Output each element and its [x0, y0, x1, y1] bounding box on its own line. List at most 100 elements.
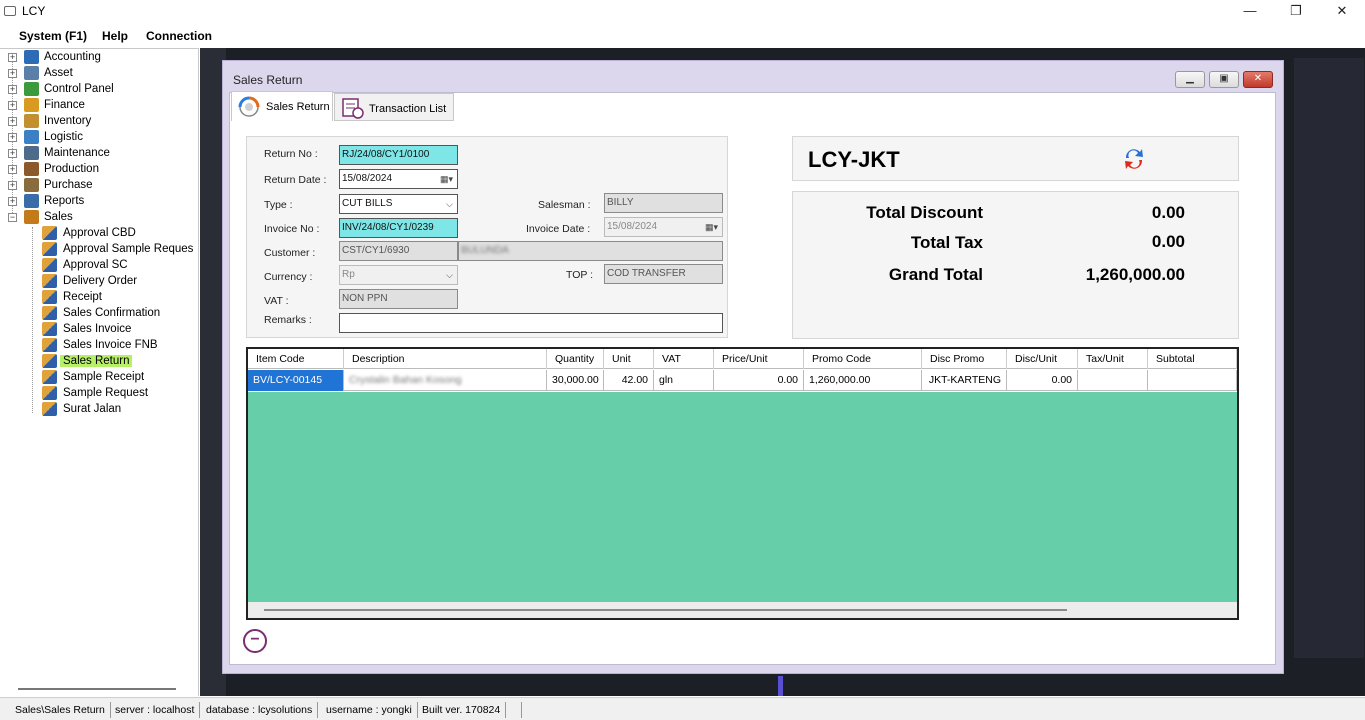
- top-field[interactable]: COD TRANSFER: [604, 264, 723, 284]
- menu-system[interactable]: System (F1): [19, 29, 87, 43]
- column-header-tax-unit[interactable]: Tax/Unit: [1078, 349, 1148, 369]
- tree-item-asset[interactable]: Asset: [44, 65, 73, 81]
- close-button[interactable]: ✕: [1319, 0, 1365, 24]
- column-header-quantity[interactable]: Quantity: [547, 349, 604, 369]
- column-header-disc-promo[interactable]: Disc Promo: [922, 349, 1007, 369]
- invoice-date-field[interactable]: 15/08/2024 ▦▾: [604, 217, 723, 237]
- grid-cell[interactable]: gln: [654, 370, 714, 391]
- tree-expander-inventory[interactable]: +: [8, 117, 17, 126]
- tree-item-approval-cbd[interactable]: Approval CBD: [60, 225, 136, 241]
- tree-expander-control-panel[interactable]: +: [8, 85, 17, 94]
- tree-expander-logistic[interactable]: +: [8, 133, 17, 142]
- table-row[interactable]: BV/LCY-00145 Crystalin Bahan Kosong 30,000…: [248, 370, 1237, 391]
- tree-item-surat-jalan[interactable]: Surat Jalan: [60, 401, 121, 417]
- calendar-icon: ▦▾: [704, 222, 718, 232]
- maximize-button[interactable]: ❐: [1273, 0, 1319, 24]
- tree-item-label: Sample Receipt: [63, 371, 145, 383]
- tree-expander-sales[interactable]: −: [8, 213, 17, 222]
- grid-cell[interactable]: 42.00: [604, 370, 654, 391]
- tree-expander-purchase[interactable]: +: [8, 181, 17, 190]
- tree-expander-reports[interactable]: +: [8, 197, 17, 206]
- grid-cell[interactable]: BV/LCY-00145: [248, 370, 344, 391]
- type-select[interactable]: CUT BILLS ⌵: [339, 194, 458, 214]
- remarks-field[interactable]: [339, 313, 723, 333]
- remove-row-button[interactable]: −: [243, 629, 267, 653]
- grid-cell[interactable]: JKT-KARTENG: [922, 370, 1007, 391]
- column-header-description[interactable]: Description: [344, 349, 547, 369]
- tree-item-control-panel[interactable]: Control Panel: [44, 81, 114, 97]
- grid-scrollbar[interactable]: [264, 609, 1067, 611]
- currency-select[interactable]: Rp ⌵: [339, 265, 458, 285]
- total-discount-value: 0.00: [1151, 203, 1185, 222]
- tree-item-sales-return[interactable]: Sales Return: [60, 353, 133, 369]
- grid-cell[interactable]: 30,000.00: [547, 370, 604, 391]
- tree-item-label: Receipt: [63, 291, 102, 303]
- calendar-icon[interactable]: ▦▾: [440, 170, 453, 188]
- tree-item-sales-invoice[interactable]: Sales Invoice: [60, 321, 131, 337]
- column-header-vat[interactable]: VAT: [654, 349, 714, 369]
- grid-cell[interactable]: Crystalin Bahan Kosong: [344, 370, 547, 391]
- app-icon: [4, 6, 16, 16]
- tree-item-approval-sample-reques[interactable]: Approval Sample Reques: [60, 241, 193, 257]
- menu-connection[interactable]: Connection: [146, 29, 212, 43]
- tree-expander-finance[interactable]: +: [8, 101, 17, 110]
- return-date-field[interactable]: 15/08/2024 ▦▾: [339, 169, 458, 189]
- tab-transaction-list[interactable]: Transaction List: [334, 93, 454, 121]
- tree-item-reports[interactable]: Reports: [44, 193, 84, 209]
- tree-expander-asset[interactable]: +: [8, 69, 17, 78]
- tab-sales-return[interactable]: Sales Return: [231, 91, 333, 121]
- grid-cell[interactable]: [1078, 370, 1148, 391]
- tree-item-purchase[interactable]: Purchase: [44, 177, 93, 193]
- grid-cell-value: 30,000.00: [552, 374, 599, 386]
- customer-code-field[interactable]: CST/CY1/6930: [339, 241, 458, 261]
- grid-cell-value: 0.00: [777, 374, 798, 386]
- column-header-unit[interactable]: Unit: [604, 349, 654, 369]
- salesman-field[interactable]: BILLY: [604, 193, 723, 213]
- folder-icon: [24, 66, 39, 80]
- column-header-item-code[interactable]: Item Code: [248, 349, 344, 369]
- return-no-field[interactable]: RJ/24/08/CY1/0100: [339, 145, 458, 165]
- inner-minimize-button[interactable]: ▁: [1175, 71, 1205, 88]
- inner-restore-button[interactable]: ▣: [1209, 71, 1239, 88]
- grid-cell[interactable]: 0.00: [714, 370, 804, 391]
- grid-cell[interactable]: 0.00: [1007, 370, 1078, 391]
- tree-item-production[interactable]: Production: [44, 161, 99, 177]
- tree-item-sales-confirmation[interactable]: Sales Confirmation: [60, 305, 160, 321]
- customer-name-field[interactable]: BULUNDA: [458, 241, 723, 261]
- column-header-disc-unit[interactable]: Disc/Unit: [1007, 349, 1078, 369]
- invoice-no-field[interactable]: INV/24/08/CY1/0239: [339, 218, 458, 238]
- tree-item-maintenance[interactable]: Maintenance: [44, 145, 110, 161]
- column-header-promo-code[interactable]: Promo Code: [804, 349, 922, 369]
- tree-item-sample-request[interactable]: Sample Request: [60, 385, 148, 401]
- tree-item-label: Sales Invoice FNB: [63, 339, 158, 351]
- tree-item-sample-receipt[interactable]: Sample Receipt: [60, 369, 144, 385]
- grid-cell[interactable]: [1148, 370, 1237, 391]
- tree-item-delivery-order[interactable]: Delivery Order: [60, 273, 137, 289]
- tree-item-approval-sc[interactable]: Approval SC: [60, 257, 128, 273]
- menu-help[interactable]: Help: [102, 29, 128, 43]
- minimize-button[interactable]: —: [1227, 0, 1273, 24]
- refresh-icon[interactable]: [1122, 146, 1146, 172]
- status-empty: [508, 702, 522, 718]
- folder-icon: [24, 194, 39, 208]
- column-header-subtotal[interactable]: Subtotal: [1148, 349, 1237, 369]
- form-icon: [42, 354, 57, 368]
- tree-expander-maintenance[interactable]: +: [8, 149, 17, 158]
- tree-item-receipt[interactable]: Receipt: [60, 289, 102, 305]
- vat-field[interactable]: NON PPN: [339, 289, 458, 309]
- tree-scrollbar[interactable]: [18, 688, 176, 690]
- grid-cell[interactable]: 1,260,000.00: [804, 370, 922, 391]
- form-icon: [42, 402, 57, 416]
- tree-expander-production[interactable]: +: [8, 165, 17, 174]
- tree-item-logistic[interactable]: Logistic: [44, 129, 83, 145]
- column-header-price-unit[interactable]: Price/Unit: [714, 349, 804, 369]
- inner-close-button[interactable]: ✕: [1243, 71, 1273, 88]
- tree-item-inventory[interactable]: Inventory: [44, 113, 91, 129]
- tree-item-sales-invoice-fnb[interactable]: Sales Invoice FNB: [60, 337, 158, 353]
- tree-item-sales[interactable]: Sales: [44, 209, 73, 225]
- invoice-no-label: Invoice No :: [264, 223, 320, 235]
- grand-total-label: Grand Total: [888, 265, 983, 284]
- tree-item-finance[interactable]: Finance: [44, 97, 85, 113]
- tree-expander-accounting[interactable]: +: [8, 53, 17, 62]
- tree-item-accounting[interactable]: Accounting: [44, 49, 101, 65]
